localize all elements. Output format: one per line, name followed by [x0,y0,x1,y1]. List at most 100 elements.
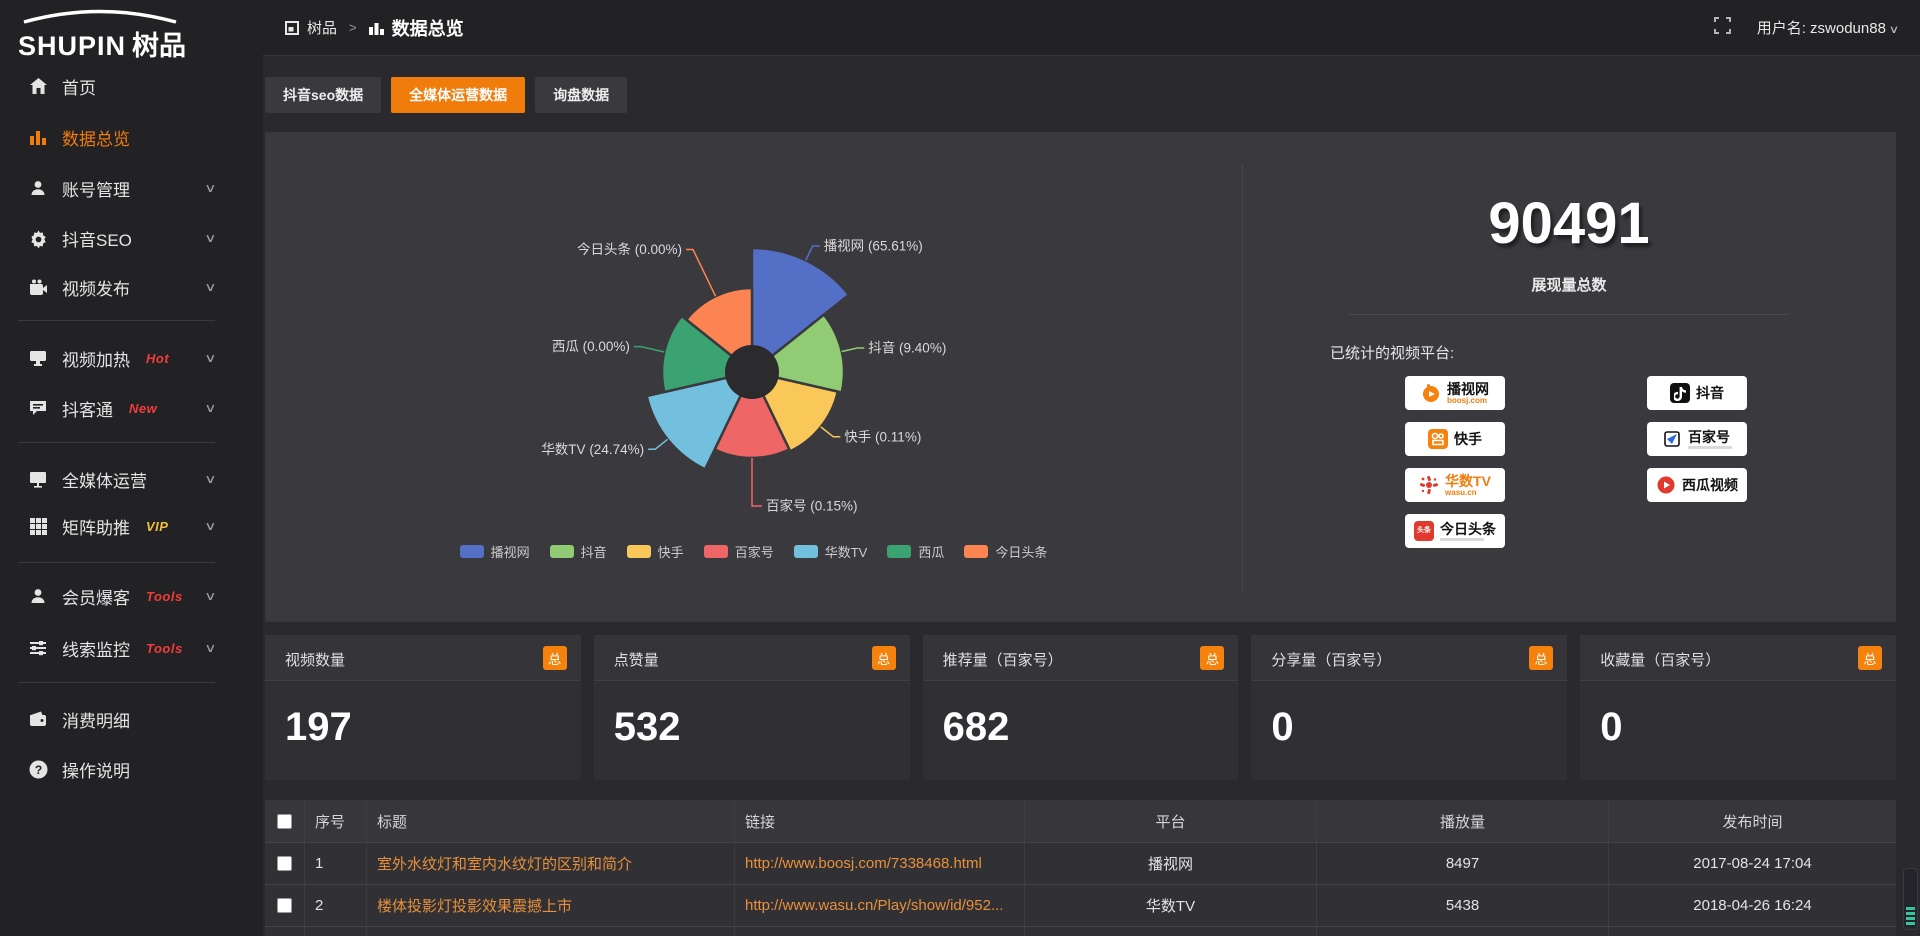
tab-omnimedia-data[interactable]: 全媒体运营数据 [391,77,525,113]
sliders-icon [28,638,48,658]
header-title: 标题 [367,800,735,842]
table-row: 1 室外水纹灯和室内水纹灯的区别和简介 http://www.boosj.com… [265,842,1896,884]
chevron-down-icon: ∨ [204,181,216,195]
chevron-down-icon: ∨ [204,519,216,533]
sidebar-item-video-publish[interactable]: 视频发布 ∨ [0,271,263,303]
sidebar-item-label: 线索监控 [62,636,130,661]
sidebar-item-douyin-seo[interactable]: 抖音SEO ∨ [0,222,263,254]
legend-swatch [887,545,911,558]
floating-widget[interactable] [1903,868,1918,930]
sidebar-item-account[interactable]: 账号管理 ∨ [0,172,263,204]
row-checkbox[interactable] [277,898,292,913]
cell-index: 2 [305,885,367,926]
stat-card-video-count: 视频数量 总 197 [265,635,581,780]
username-menu[interactable]: 用户名: zswodun88∨ [1757,17,1898,38]
bar-chart-mini-icon [369,21,384,35]
sidebar-item-doketong[interactable]: 抖客通 New ∨ [0,392,263,424]
tab-inquiry-data[interactable]: 询盘数据 [535,77,627,113]
stat-card-value: 682 [943,705,1010,750]
stat-card-likes: 点赞量 总 532 [594,635,910,780]
sidebar-item-label: 操作说明 [62,757,130,782]
legend-item[interactable]: 西瓜 [887,542,944,561]
total-badge: 总 [872,646,896,670]
total-badge: 总 [1858,646,1882,670]
platform-badge-wasu: 华数TVwasu.cn [1405,468,1505,502]
table-row-partial [265,926,1896,936]
baijiahao-logo-icon [1662,429,1682,449]
pie-label-line [752,458,762,506]
legend-item[interactable]: 华数TV [794,542,868,561]
breadcrumb-current: 数据总览 [392,15,464,41]
sidebar-item-help[interactable]: ? 操作说明 [0,753,263,785]
pie-label-line [686,250,716,297]
boosj-logo-icon [1421,383,1441,403]
sidebar-item-matrix-boost[interactable]: 矩阵助推 VIP ∨ [0,510,263,542]
chevron-down-icon: ∨ [204,589,216,603]
sidebar-item-data-overview[interactable]: 数据总览 [0,121,263,153]
pie-label: 抖音 (9.40%) [868,340,946,356]
sidebar-item-omni-media[interactable]: 全媒体运营 ∨ [0,463,263,495]
sidebar-divider [18,320,215,321]
video-url-link[interactable]: http://www.boosj.com/7338468.html [745,855,982,872]
stat-card-value: 0 [1600,705,1622,750]
kuaishou-logo-icon [1428,429,1448,449]
video-url-link[interactable]: http://www.wasu.cn/Play/show/id/952... [745,897,1003,914]
pie-label: 百家号 (0.15%) [766,498,858,514]
pie-label: 华数TV (24.74%) [541,442,644,457]
legend-item[interactable]: 播视网 [460,542,530,561]
sidebar-item-label: 视频加热 [62,346,130,371]
svg-text:?: ? [34,763,41,777]
summary-divider [1349,314,1789,315]
row-checkbox[interactable] [277,856,292,871]
platforms-title: 已统计的视频平台: [1330,342,1454,363]
dashboard-page: SHUPIN树品 首页 数据总览 账号管理 ∨ 抖音SEO ∨ 视频发布 ∨ [0,0,1920,936]
video-publish-icon [28,277,48,297]
sidebar-item-home[interactable]: 首页 [0,70,263,102]
video-title-link[interactable]: 室外水纹灯和室内水纹灯的区别和简介 [377,853,632,874]
legend-item[interactable]: 抖音 [550,542,607,561]
cell-index: 1 [305,843,367,884]
legend-item[interactable]: 百家号 [704,542,774,561]
logo-arc-icon [20,8,180,24]
tools-badge: Tools [146,589,183,604]
breadcrumb-root[interactable]: 树品 [307,17,337,38]
toutiao-logo-icon: 头条 [1414,521,1434,541]
pie-label: 西瓜 (0.00%) [552,339,630,354]
monitor-icon [28,348,48,368]
select-all-checkbox[interactable] [277,814,292,829]
sidebar-item-spend-detail[interactable]: 消费明细 [0,703,263,735]
pie-label-line [806,246,820,260]
header-publish-time: 发布时间 [1609,800,1896,842]
platform-badge-toutiao: 头条 今日头条 [1405,514,1505,548]
cell-platform: 播视网 [1025,843,1317,884]
sidebar-item-label: 会员爆客 [62,584,130,609]
platform-badge-douyin: 抖音 [1647,376,1747,410]
pie-center-hole [725,345,779,399]
legend-item[interactable]: 快手 [627,542,684,561]
gear-icon [28,228,48,248]
fullscreen-icon[interactable] [1714,17,1731,39]
total-badge: 总 [1529,646,1553,670]
legend-item[interactable]: 今日头条 [964,542,1047,561]
new-badge: New [129,401,157,416]
stat-card-value: 197 [285,705,352,750]
sidebar-item-member-baoke[interactable]: 会员爆客 Tools ∨ [0,580,263,612]
user-icon [28,178,48,198]
legend-swatch [704,545,728,558]
stat-card-header: 点赞量 总 [594,635,910,681]
user-icon [28,586,48,606]
tab-douyin-seo-data[interactable]: 抖音seo数据 [265,77,381,113]
sidebar-item-label: 首页 [62,74,96,99]
topbar: 树品 > 数据总览 用户名: zswodun88∨ [263,0,1920,56]
app-logo[interactable]: SHUPIN树品 [18,8,248,60]
header-platform: 平台 [1025,800,1317,842]
vip-badge: VIP [146,519,168,534]
video-title-link[interactable]: 楼体投影灯投影效果震撼上市 [377,895,572,916]
sidebar: SHUPIN树品 首页 数据总览 账号管理 ∨ 抖音SEO ∨ 视频发布 ∨ [0,0,263,936]
sidebar-item-lead-monitor[interactable]: 线索监控 Tools ∨ [0,632,263,664]
sidebar-item-video-heat[interactable]: 视频加热 Hot ∨ [0,342,263,374]
chevron-down-icon: ∨ [204,472,216,486]
stat-cards: 视频数量 总 197 点赞量 总 532 推荐量（百家号） 总 682 分享量（… [265,635,1896,780]
stat-card-header: 收藏量（百家号） 总 [1580,635,1896,681]
data-tabs: 抖音seo数据 全媒体运营数据 询盘数据 [265,77,627,113]
